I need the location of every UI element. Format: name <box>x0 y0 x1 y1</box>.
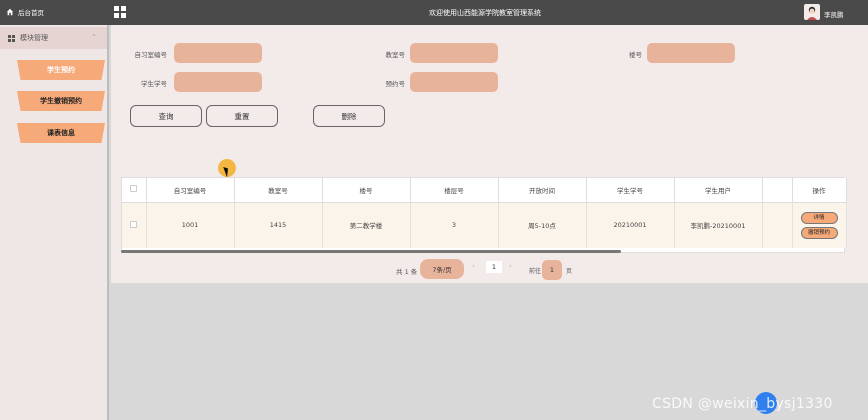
column-header: 学生用户 <box>674 178 763 203</box>
sidebar-item-schedule[interactable]: 课表信息 <box>17 123 105 143</box>
sidebar-item-cancel-booking[interactable]: 学生撤销预约 <box>17 91 105 111</box>
booking-no-label: 预约号 <box>385 80 406 88</box>
watermark: CSDN @weixin_bysj1330 <box>652 396 833 412</box>
system-title: 欢迎使用山西能源学院教室管理系统 <box>429 9 541 17</box>
page-suffix-label: 页 <box>566 268 573 275</box>
page-size-select[interactable]: 7条/页 <box>420 259 464 279</box>
select-all-checkbox[interactable] <box>130 185 138 193</box>
select-all-cell[interactable] <box>122 178 147 203</box>
prev-page-icon[interactable]: ‹ <box>472 262 475 270</box>
query-button[interactable]: 查询 <box>130 105 202 127</box>
data-table: 自习室编号 教室号 楼号 楼层号 开放时间 学生学号 学生用户 操作 1001 … <box>121 177 847 253</box>
column-header: 操作 <box>792 178 847 203</box>
sidebar-item-student-booking[interactable]: 学生预约 <box>17 60 105 80</box>
cancel-booking-button[interactable]: 撤销预约 <box>800 226 838 239</box>
column-header: 楼号 <box>322 178 411 203</box>
row-select-cell[interactable] <box>122 202 147 248</box>
floor-cell: 3 <box>410 202 499 248</box>
student-id-input[interactable] <box>174 72 262 92</box>
column-header: 楼层号 <box>410 178 499 203</box>
delete-button[interactable]: 删除 <box>313 105 385 127</box>
home-icon <box>6 8 14 16</box>
room-no-input[interactable] <box>174 43 262 63</box>
student-user-cell: 李凯鹏-20210001 <box>674 202 763 248</box>
row-checkbox[interactable] <box>130 220 138 228</box>
avatar[interactable] <box>804 4 820 20</box>
goto-page-input[interactable]: 1 <box>542 260 562 280</box>
classroom-cell: 1415 <box>234 202 323 248</box>
detail-button[interactable]: 详情 <box>800 211 838 224</box>
classroom-input[interactable] <box>410 43 498 63</box>
column-header: 学生学号 <box>586 178 675 203</box>
page-number-current[interactable]: 1 <box>486 261 502 273</box>
top-bar: 后台首页 欢迎使用山西能源学院教室管理系统 李凯鹏 <box>0 0 868 25</box>
user-avatar-icon <box>807 6 817 20</box>
building-cell: 第二教学楼 <box>322 202 411 248</box>
open-time-cell: 周5-10点 <box>498 202 587 248</box>
column-header: 开放时间 <box>498 178 587 203</box>
menu-toggle-icon[interactable] <box>114 6 126 18</box>
building-label: 楼号 <box>629 51 642 59</box>
home-link[interactable]: 后台首页 <box>6 7 44 17</box>
student-id-label: 学生学号 <box>141 80 167 88</box>
student-id-cell: 20210001 <box>586 202 675 248</box>
room-no-label: 自习室编号 <box>134 51 168 59</box>
table-horizontal-scrollbar[interactable] <box>121 250 621 253</box>
table-row: 1001 1415 第二教学楼 3 周5-10点 20210001 李凯鹏-20… <box>122 202 847 248</box>
user-name[interactable]: 李凯鹏 <box>824 9 844 19</box>
table-header-row: 自习室编号 教室号 楼号 楼层号 开放时间 学生学号 学生用户 操作 <box>122 178 847 203</box>
extra-cell <box>762 202 793 248</box>
reset-button[interactable]: 重置 <box>206 105 278 127</box>
next-page-icon[interactable]: › <box>509 262 512 270</box>
room-no-cell: 1001 <box>146 202 235 248</box>
column-header: 教室号 <box>234 178 323 203</box>
actions-cell: 详情 撤销预约 <box>792 202 847 248</box>
sidebar: 模块管理 ⌃ 学生预约 学生撤销预约 课表信息 <box>0 25 109 420</box>
column-header: 自习室编号 <box>146 178 235 203</box>
classroom-label: 教室号 <box>385 51 406 59</box>
chevron-up-icon: ⌃ <box>91 33 97 41</box>
goto-label: 前往 <box>529 268 542 275</box>
module-header[interactable]: 模块管理 ⌃ <box>0 27 107 49</box>
home-label: 后台首页 <box>18 9 44 17</box>
pagination-total: 共 1 条 <box>396 268 418 276</box>
building-input[interactable] <box>647 43 735 63</box>
module-label: 模块管理 <box>20 34 48 42</box>
column-header <box>762 178 793 203</box>
booking-no-input[interactable] <box>410 72 498 92</box>
grid-icon <box>8 34 15 42</box>
